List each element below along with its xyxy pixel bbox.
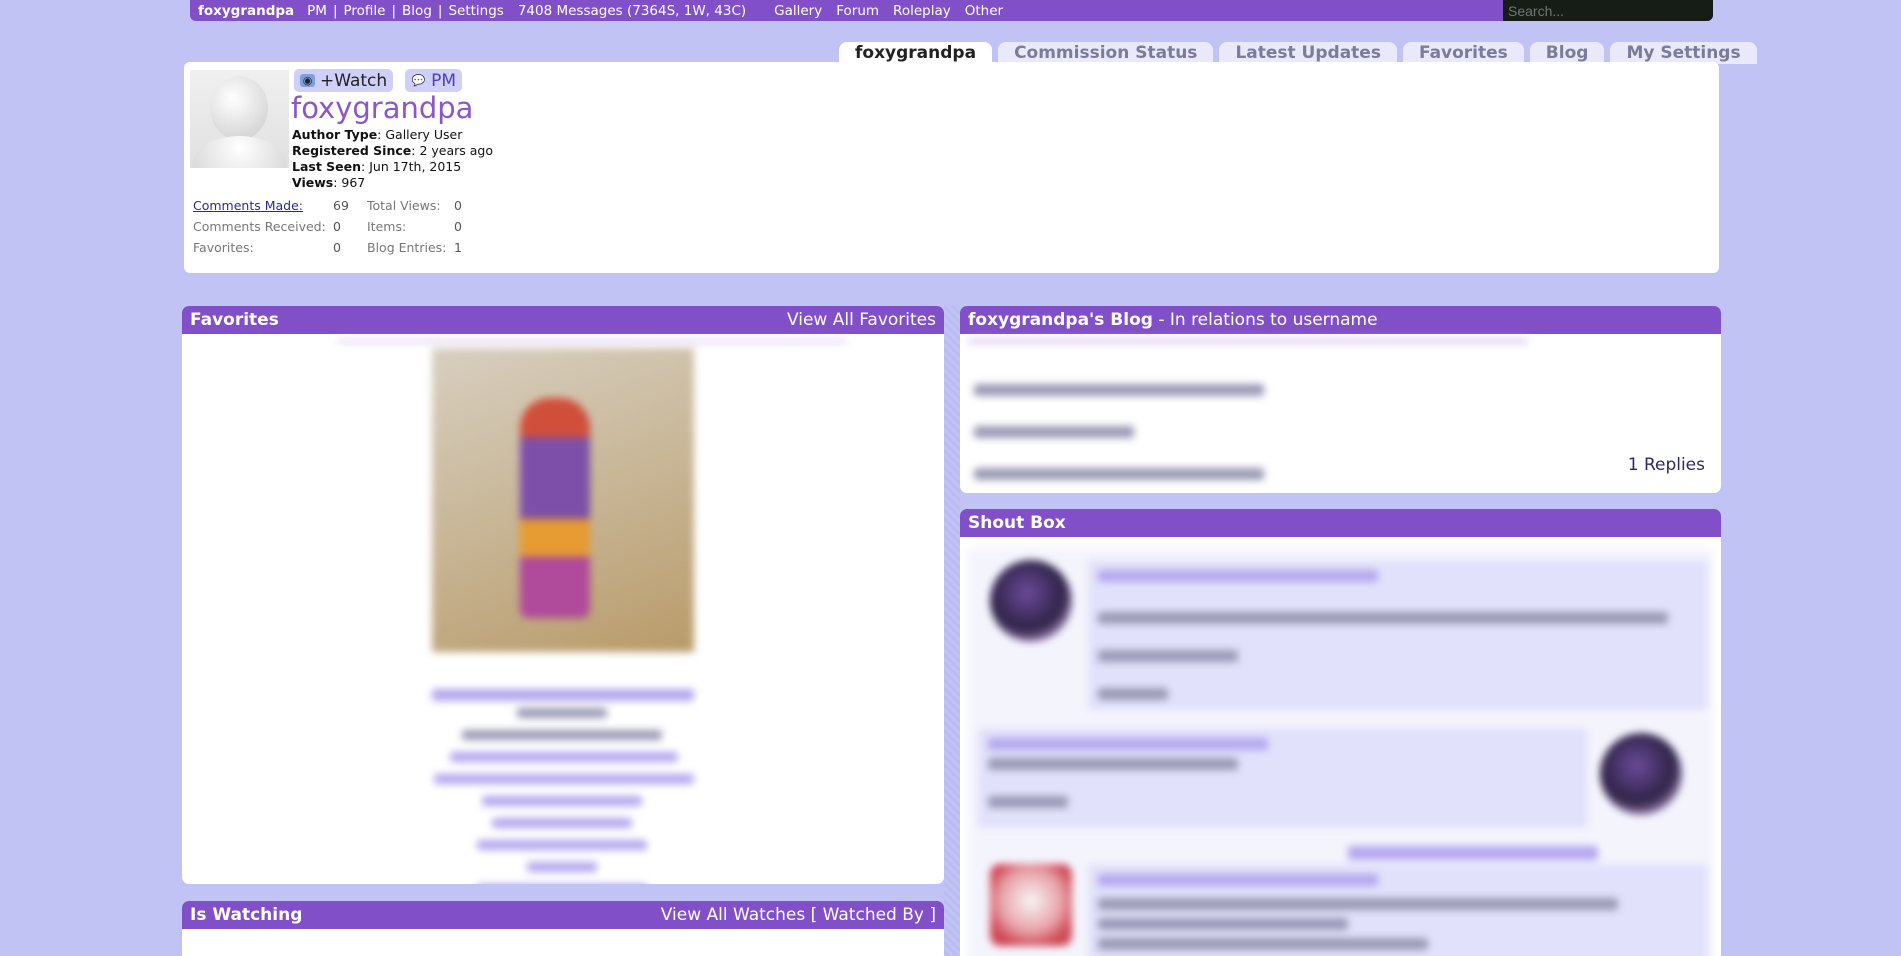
tab-blog[interactable]: Blog xyxy=(1529,42,1605,64)
shout-avatar[interactable] xyxy=(990,864,1072,946)
items-label: Items: xyxy=(367,219,407,234)
comments-made-value: 69 xyxy=(333,198,349,213)
blog-header: foxygrandpa's Blog - In relations to use… xyxy=(960,306,1721,334)
blog-panel: foxygrandpa's Blog - In relations to use… xyxy=(960,306,1721,493)
shout-message xyxy=(1088,864,1708,956)
shout-message xyxy=(1088,560,1708,710)
shoutbox-title: Shout Box xyxy=(968,513,1066,533)
last-seen-value: Jun 17th, 2015 xyxy=(369,159,462,174)
favorite-thumbnail[interactable] xyxy=(432,348,694,652)
items-value: 0 xyxy=(454,219,462,234)
favorites-count-label: Favorites: xyxy=(193,240,254,255)
tab-profile[interactable]: foxygrandpa xyxy=(839,42,993,64)
view-all-watches-link[interactable]: View All Watches xyxy=(661,905,805,925)
profile-tabs: foxygrandpa Commission Status Latest Upd… xyxy=(839,42,1757,64)
favorites-panel: Favorites View All Favorites xyxy=(182,306,944,884)
pm-button-label: PM xyxy=(431,70,457,91)
favorites-title: Favorites xyxy=(190,310,279,330)
nav-separator: | xyxy=(332,2,338,19)
blog-replies-link[interactable]: 1 Replies xyxy=(1628,455,1705,475)
favorites-count-value: 0 xyxy=(333,240,341,255)
blog-highlight xyxy=(968,339,1528,343)
watch-eye-icon: ◉ xyxy=(300,74,315,87)
tab-favorites[interactable]: Favorites xyxy=(1402,42,1524,64)
registered-value: 2 years ago xyxy=(419,143,493,158)
stats-row: Favorites: 0 Blog Entries: 1 xyxy=(193,237,462,258)
tab-latest-updates[interactable]: Latest Updates xyxy=(1219,42,1397,64)
watch-button[interactable]: ◉ +Watch xyxy=(294,69,394,92)
nav-blog-link[interactable]: Blog xyxy=(402,3,432,19)
watching-title: Is Watching xyxy=(190,905,303,925)
speech-bubble-icon: 💬 xyxy=(411,74,426,87)
shout-avatar[interactable] xyxy=(990,560,1072,642)
favorite-divider xyxy=(337,340,847,343)
blog-subtitle[interactable]: - In relations to username xyxy=(1153,310,1377,330)
nav-messages-link[interactable]: 7408 Messages (7364S, 1W, 43C) xyxy=(518,3,746,19)
comments-received-label: Comments Received: xyxy=(193,219,326,234)
blog-entries-label: Blog Entries: xyxy=(367,240,447,255)
profile-stats: Comments Made: 69 Total Views: 0 Comment… xyxy=(193,195,462,258)
blog-title[interactable]: foxygrandpa's Blog xyxy=(968,310,1153,330)
total-views-label: Total Views: xyxy=(367,198,441,213)
shoutbox-messages xyxy=(968,548,1713,956)
author-type-label: Author Type xyxy=(292,127,378,142)
tab-commission-status[interactable]: Commission Status xyxy=(998,42,1214,64)
view-all-favorites-link[interactable]: View All Favorites xyxy=(787,310,936,330)
shout-message xyxy=(978,728,1588,828)
watch-button-label: +Watch xyxy=(320,70,388,91)
nav-pm-link[interactable]: PM xyxy=(307,3,327,19)
stats-row: Comments Received: 0 Items: 0 xyxy=(193,216,462,237)
watching-header: Is Watching View All Watches [ Watched B… xyxy=(182,901,944,929)
nav-settings-link[interactable]: Settings xyxy=(448,3,503,19)
shout-avatar[interactable] xyxy=(1600,733,1682,815)
nav-profile-link[interactable]: Profile xyxy=(344,3,386,19)
avatar[interactable] xyxy=(190,70,289,168)
nav-gallery-link[interactable]: Gallery xyxy=(774,3,822,19)
shoutbox-panel: Shout Box xyxy=(960,509,1721,956)
total-views-value: 0 xyxy=(454,198,462,213)
profile-name: foxygrandpa xyxy=(291,91,474,125)
registered-label: Registered Since xyxy=(292,143,412,158)
comments-received-value: 0 xyxy=(333,219,341,234)
nav-roleplay-link[interactable]: Roleplay xyxy=(893,3,951,19)
blog-entries-value: 1 xyxy=(454,240,462,255)
nav-username[interactable]: foxygrandpa xyxy=(198,3,294,19)
favorites-header: Favorites View All Favorites xyxy=(182,306,944,334)
nav-forum-link[interactable]: Forum xyxy=(836,3,879,19)
views-value: 967 xyxy=(341,175,366,190)
tab-my-settings[interactable]: My Settings xyxy=(1610,42,1757,64)
profile-card: ◉ +Watch 💬 PM foxygrandpa Author Type: G… xyxy=(184,62,1719,273)
watching-panel: Is Watching View All Watches [ Watched B… xyxy=(182,901,944,956)
last-seen-label: Last Seen xyxy=(292,159,362,174)
top-nav-bar: foxygrandpa PM | Profile | Blog | Settin… xyxy=(190,0,1713,21)
pm-button[interactable]: 💬 PM xyxy=(405,69,463,92)
nav-separator: | xyxy=(391,2,397,19)
shoutbox-header: Shout Box xyxy=(960,509,1721,537)
search-input[interactable] xyxy=(1503,0,1713,21)
shout-reply-link[interactable] xyxy=(1348,846,1598,860)
nav-separator: | xyxy=(437,2,443,19)
profile-info: Author Type: Gallery User Registered Sin… xyxy=(292,127,493,190)
column-divider xyxy=(944,306,960,956)
nav-other-link[interactable]: Other xyxy=(965,3,1003,19)
views-label: Views xyxy=(292,175,334,190)
comments-made-link[interactable]: Comments Made: xyxy=(193,198,303,213)
author-type-value: Gallery User xyxy=(385,127,463,142)
watched-by-link[interactable]: [ Watched By ] xyxy=(811,905,936,925)
stats-row: Comments Made: 69 Total Views: 0 xyxy=(193,195,462,216)
